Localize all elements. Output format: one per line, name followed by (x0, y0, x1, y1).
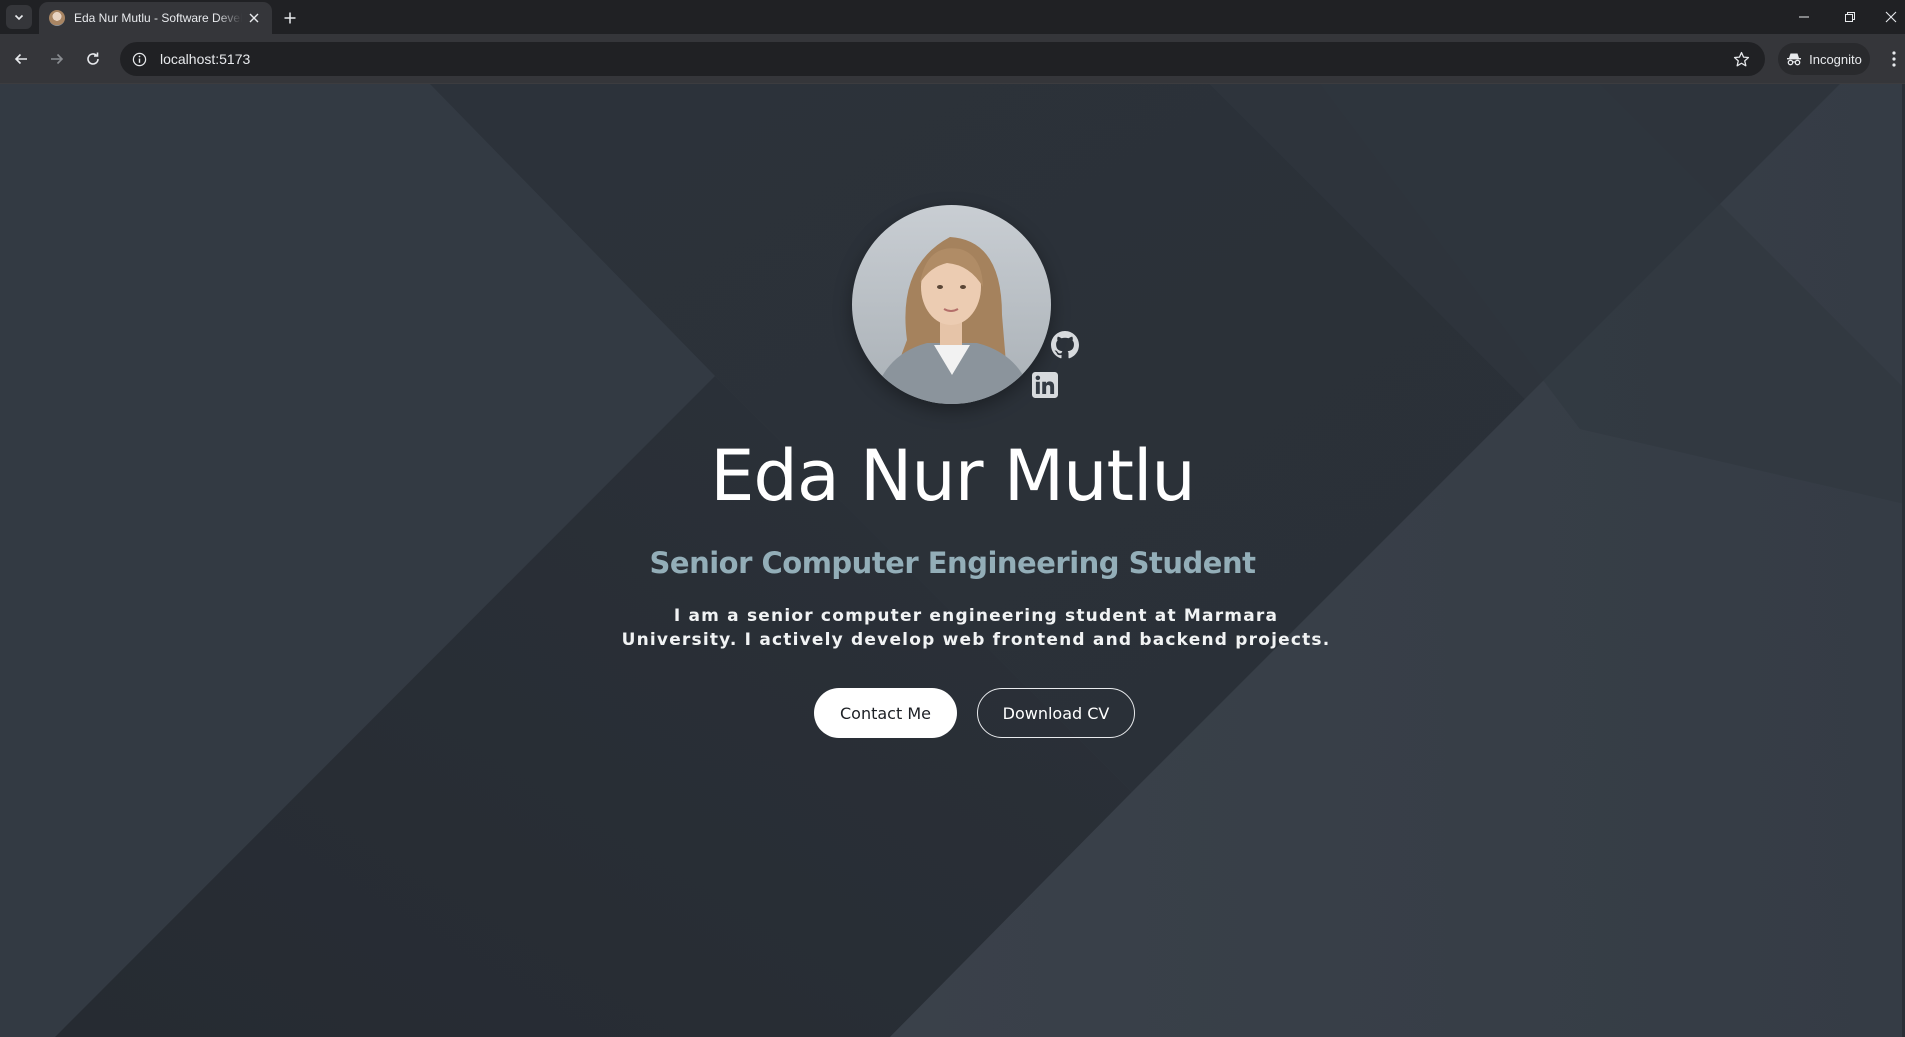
browser-menu-button[interactable] (1886, 47, 1902, 71)
address-bar[interactable]: localhost:5173 (120, 42, 1765, 76)
browser-titlebar: Eda Nur Mutlu - Software Developer (0, 0, 1905, 34)
incognito-label: Incognito (1809, 51, 1862, 67)
contact-me-button[interactable]: Contact Me (814, 688, 957, 738)
incognito-icon (1787, 53, 1802, 66)
page-viewport: Eda Nur Mutlu Senior Computer Engineerin… (0, 84, 1905, 1037)
tab-search-button[interactable] (6, 5, 32, 29)
reload-icon (87, 52, 99, 65)
hero-bio: I am a senior computer engineering stude… (621, 606, 1331, 650)
incognito-indicator[interactable]: Incognito (1778, 43, 1870, 75)
hero-section: Eda Nur Mutlu Senior Computer Engineerin… (0, 84, 1905, 1037)
arrow-right-icon (51, 53, 64, 65)
github-icon (1051, 331, 1079, 359)
github-link[interactable] (1050, 330, 1080, 360)
minimize-icon (1799, 16, 1809, 18)
hero-subtitle: Senior Computer Engineering Student (649, 546, 1256, 580)
profile-photo (852, 205, 1051, 404)
minimize-button[interactable] (1784, 5, 1824, 29)
browser-toolbar: localhost:5173 Incognito (0, 34, 1905, 84)
close-window-button[interactable] (1876, 5, 1905, 29)
browser-tab-active[interactable]: Eda Nur Mutlu - Software Developer (39, 2, 272, 34)
tab-title: Eda Nur Mutlu - Software Developer (74, 11, 243, 25)
hero-name: Eda Nur Mutlu (710, 435, 1196, 517)
restore-icon (1845, 12, 1855, 22)
arrow-left-icon (14, 53, 27, 65)
linkedin-link[interactable] (1030, 370, 1060, 400)
linkedin-icon (1032, 372, 1058, 398)
forward-button[interactable] (45, 47, 69, 71)
favicon-icon (49, 10, 65, 26)
site-info-icon[interactable] (128, 48, 150, 70)
new-tab-button[interactable] (280, 8, 300, 28)
close-icon (1885, 11, 1896, 23)
bookmark-star-icon[interactable] (1731, 49, 1751, 69)
url-text[interactable]: localhost:5173 (160, 51, 250, 67)
download-cv-button[interactable]: Download CV (977, 688, 1135, 738)
more-vertical-icon (1892, 51, 1896, 67)
chevron-down-icon (14, 14, 24, 21)
reload-button[interactable] (81, 47, 105, 71)
close-tab-icon[interactable] (246, 10, 262, 26)
back-button[interactable] (9, 47, 33, 71)
plus-icon (284, 12, 296, 24)
restore-button[interactable] (1830, 5, 1870, 29)
